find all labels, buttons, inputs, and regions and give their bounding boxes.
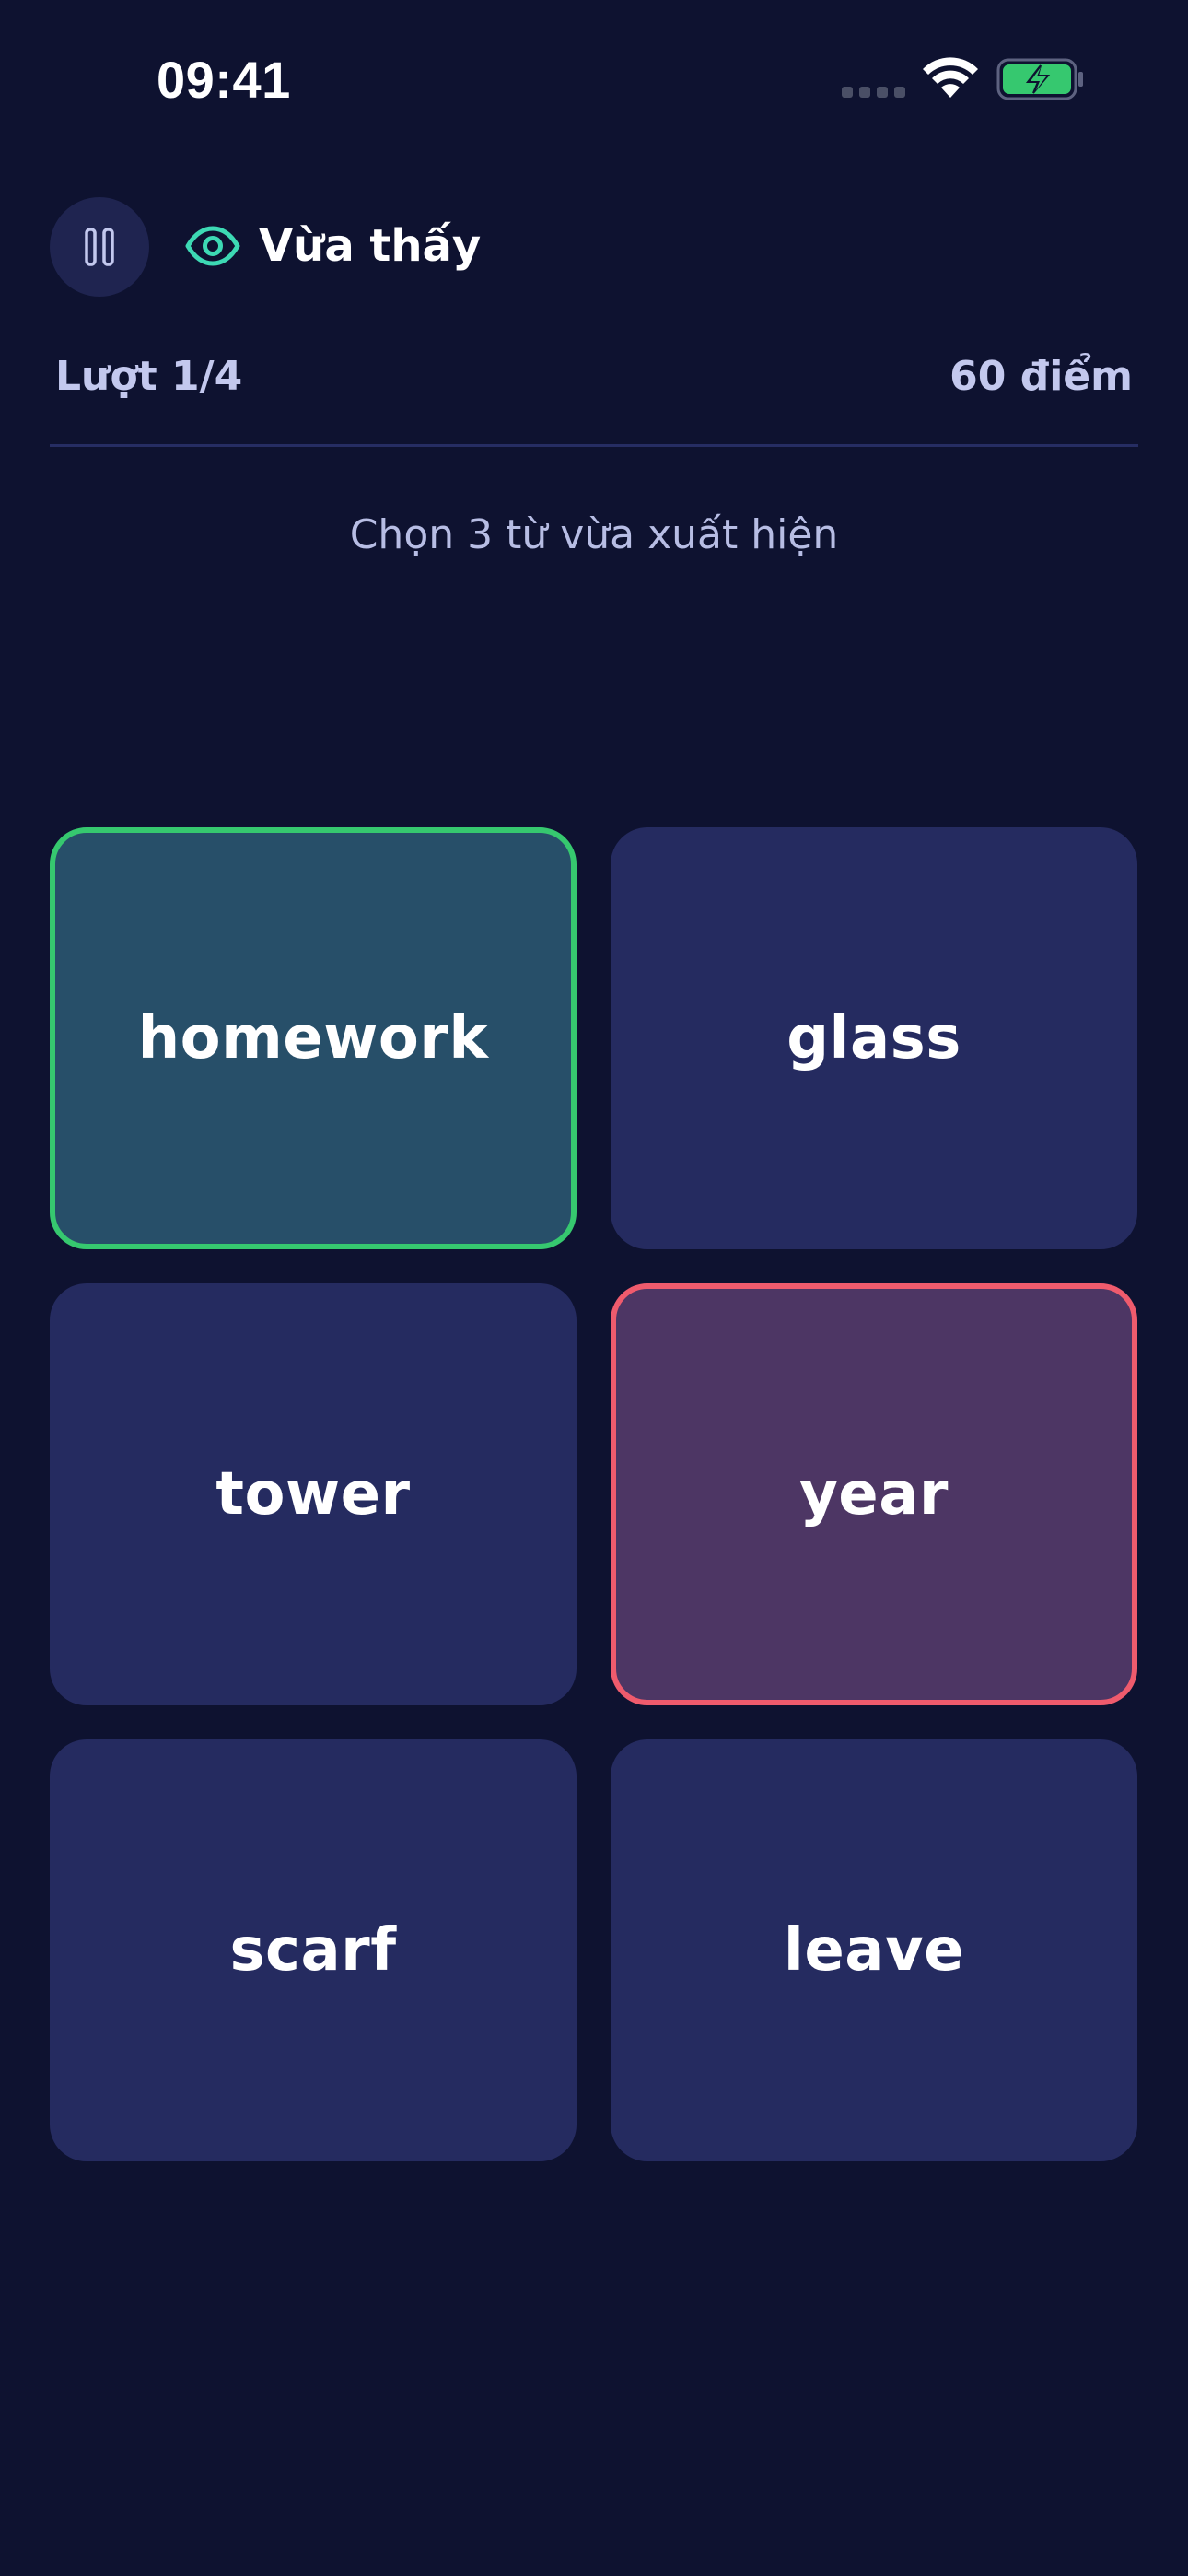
instruction-text: Chọn 3 từ vừa xuất hiện	[349, 511, 839, 558]
cellular-signal-icon	[842, 87, 906, 98]
pause-icon	[85, 228, 114, 266]
score-counter: 60 điểm	[949, 353, 1133, 400]
eye-icon	[185, 226, 240, 266]
word-card-tower[interactable]: tower	[50, 1283, 577, 1705]
header-divider	[50, 444, 1138, 447]
word-card-year[interactable]: year	[611, 1283, 1137, 1705]
word-card-label: homework	[137, 1004, 489, 1072]
wifi-icon	[923, 57, 978, 98]
word-card-glass[interactable]: glass	[611, 827, 1137, 1249]
status-time: 09:41	[157, 51, 291, 109]
round-counter: Lượt 1/4	[55, 353, 243, 400]
word-card-label: year	[799, 1460, 949, 1528]
game-screen: 09:41 Vừa thấy Lượt 1/4 60 điểm Chọn 3 t…	[0, 0, 1188, 2576]
word-card-label: leave	[783, 1916, 965, 1985]
word-card-label: glass	[786, 1004, 961, 1072]
word-card-scarf[interactable]: scarf	[50, 1739, 577, 2161]
mode-label: Vừa thấy	[259, 220, 482, 272]
word-card-label: tower	[215, 1460, 411, 1528]
word-card-leave[interactable]: leave	[611, 1739, 1137, 2161]
battery-charging-icon	[996, 58, 1083, 100]
word-card-homework[interactable]: homework	[50, 827, 577, 1249]
pause-button[interactable]	[50, 197, 149, 297]
word-card-label: scarf	[229, 1916, 397, 1985]
